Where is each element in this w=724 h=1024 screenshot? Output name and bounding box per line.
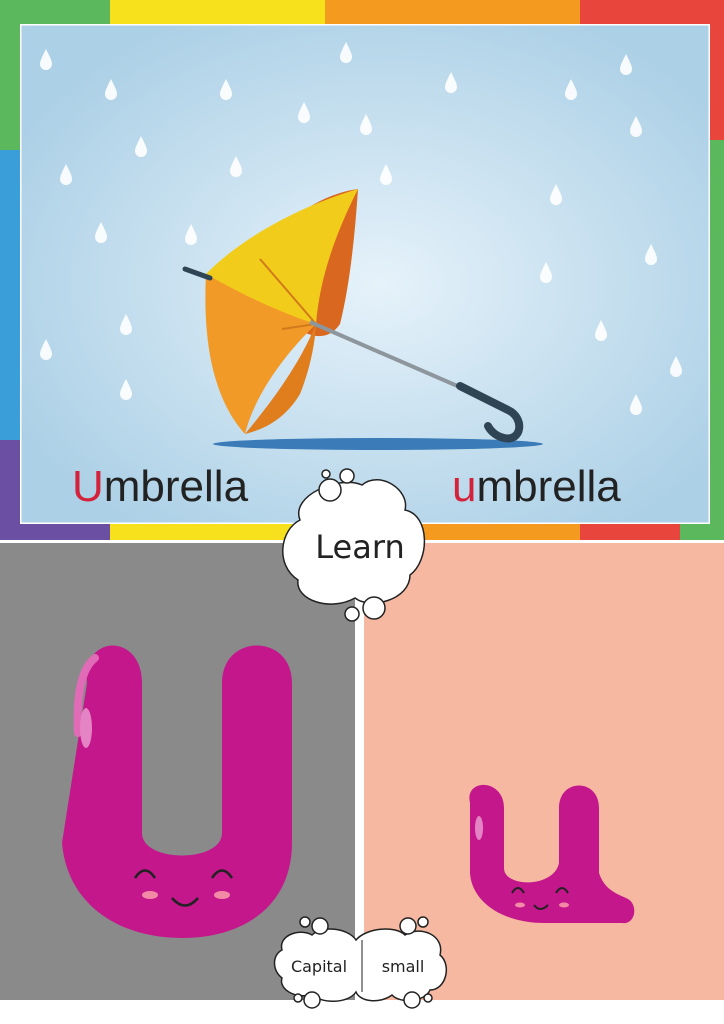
small-word-rest: mbrella bbox=[476, 462, 621, 511]
small-panel bbox=[364, 543, 724, 1000]
learn-label: Learn bbox=[315, 528, 405, 566]
capital-label: Capital bbox=[290, 957, 348, 976]
small-u-character-icon bbox=[469, 784, 635, 924]
small-label: small bbox=[381, 957, 425, 976]
capital-first-letter: U bbox=[72, 462, 104, 511]
word-capital-umbrella: Umbrella bbox=[72, 462, 248, 512]
capital-u-character-icon bbox=[62, 645, 292, 938]
small-first-letter: u bbox=[452, 462, 477, 511]
word-small-umbrella: umbrella bbox=[452, 462, 621, 512]
capital-word-rest: mbrella bbox=[103, 462, 249, 511]
umbrella-scene bbox=[20, 24, 710, 524]
capital-panel bbox=[0, 543, 355, 1000]
